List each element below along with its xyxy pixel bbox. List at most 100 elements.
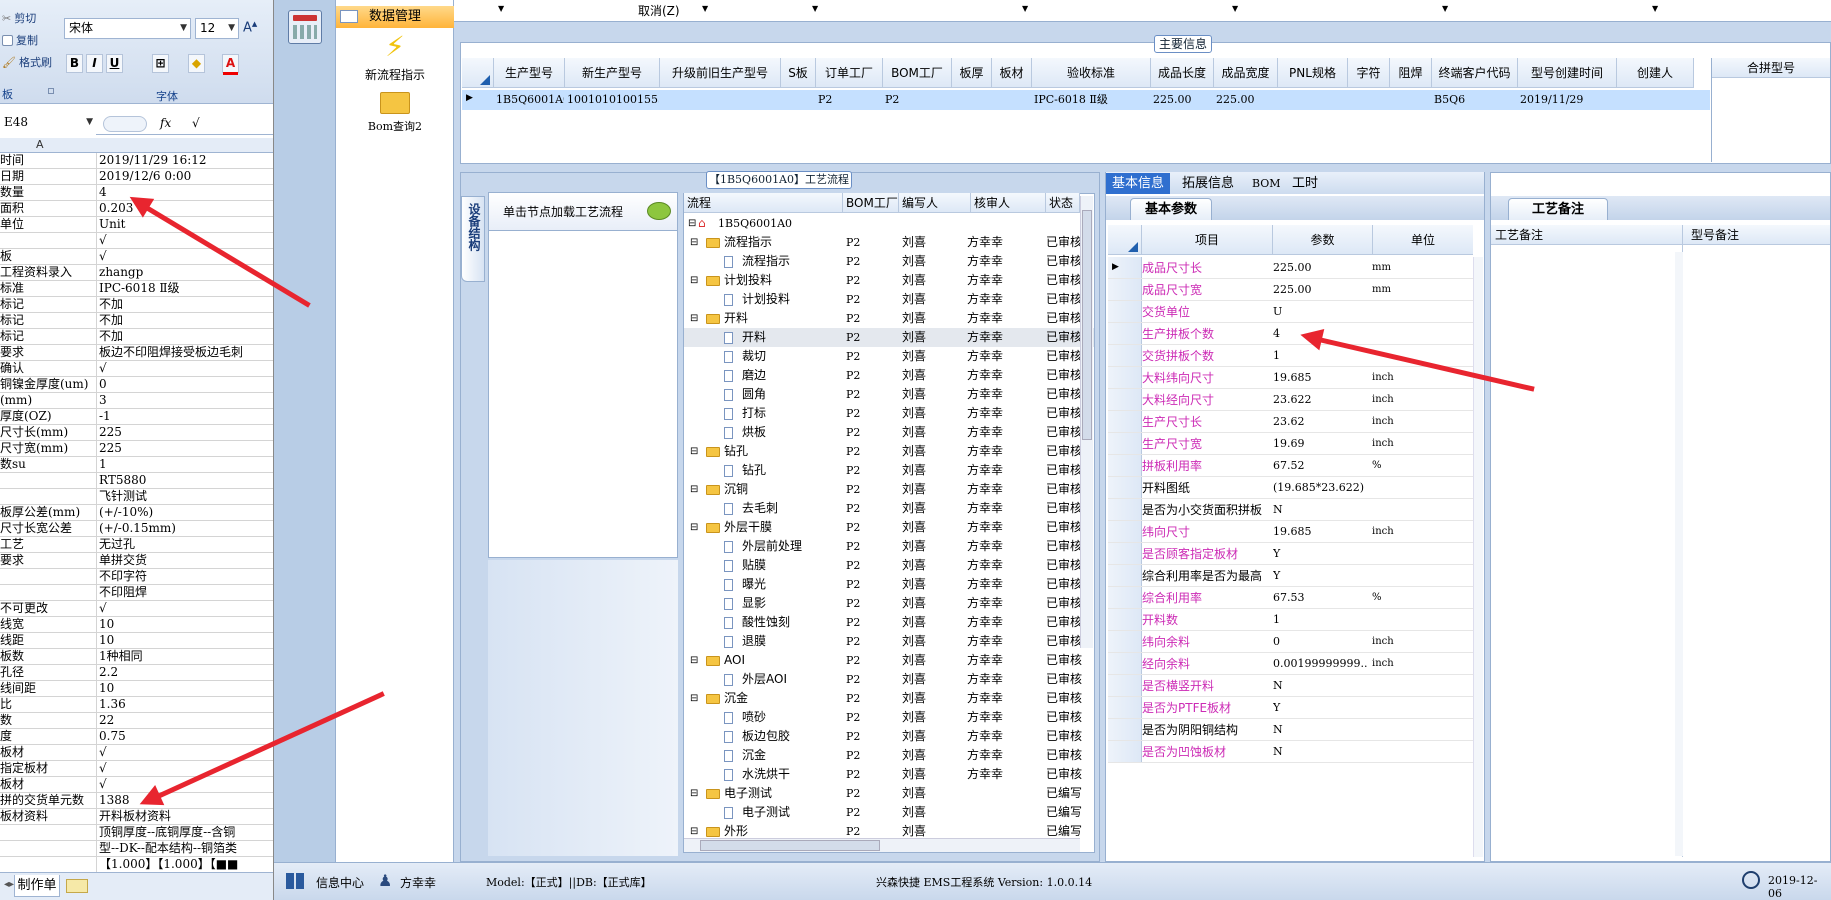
cell-a[interactable] [0,233,97,248]
tree-column-header[interactable]: 编写人 [899,193,971,213]
tree-row[interactable]: 板边包胶 P2 刘喜 方幸幸 已审核 [684,727,1094,746]
column-header[interactable]: 成品宽度 [1214,58,1278,88]
sheet-nav-icon[interactable]: ◂▸ [4,879,14,890]
model-remark-textarea[interactable] [1683,245,1830,857]
tree-root-node[interactable]: ⌂ 1B5Q6001A0 ⊟ [684,214,1094,233]
param-row[interactable]: 大料纬向尺寸 19.685 inch [1108,367,1478,389]
subtab-basic-params[interactable]: 基本参数 [1130,198,1212,220]
table-cell[interactable] [954,90,991,110]
tree-row[interactable]: ⊟ 沉铜 P2 刘喜 方幸幸 已审核 [684,480,1094,499]
param-row[interactable]: 成品尺寸宽 225.00 mm [1108,279,1478,301]
column-header[interactable]: 型号创建时间 [1518,58,1617,88]
sheet-row[interactable]: 线距 10 [0,633,273,649]
table-cell[interactable] [783,90,815,110]
table-cell[interactable]: IPC-6018 Ⅱ级 [1034,90,1150,110]
cell-a[interactable]: 板数 [0,649,97,664]
row-header-corner[interactable] [462,58,494,88]
table-cell[interactable] [1619,90,1693,110]
cell-b[interactable]: 0.75 [99,729,273,744]
sheet-row[interactable]: 数 22 [0,713,273,729]
remark-title-tab[interactable]: 工艺备注 [1508,198,1608,220]
cell-a[interactable]: 线距 [0,633,97,648]
tree-row[interactable]: 贴膜 P2 刘喜 方幸幸 已审核 [684,556,1094,575]
tree-row[interactable]: 圆角 P2 刘喜 方幸幸 已审核 [684,385,1094,404]
tree-row[interactable]: 磨边 P2 刘喜 方幸幸 已审核 [684,366,1094,385]
cell-b[interactable]: 2019/11/29 16:12 [99,153,273,168]
cell-b[interactable]: 【1.000】【1.000】【■■ [99,857,273,872]
format-painter-button[interactable]: 🖌 格式刷 [2,54,52,70]
param-row[interactable]: 是否横竖开料 N [1108,675,1478,697]
sheet-row[interactable]: 时间 2019/11/29 16:12 [0,153,273,169]
param-value[interactable]: 1 [1273,609,1368,631]
param-row[interactable]: 是否为阴阳铜结构 N [1108,719,1478,741]
column-header[interactable]: BOM工厂 [883,58,952,88]
table-cell[interactable]: B5Q6 [1434,90,1517,110]
formula-input[interactable]: √ [192,116,200,130]
cell-b[interactable]: 不加 [99,313,273,328]
param-row[interactable]: 纬向尺寸 19.685 inch [1108,521,1478,543]
sheet-row[interactable]: 标准 IPC-6018 Ⅱ级 [0,281,273,297]
sheet-row[interactable]: 数su 1 [0,457,273,473]
tree-row[interactable]: 外层AOI P2 刘喜 方幸幸 已审核 [684,670,1094,689]
tab-bom[interactable]: BOM [1246,173,1287,194]
cell-a[interactable]: 数量 [0,185,97,200]
chat-bubble-icon[interactable] [647,202,671,220]
cell-b[interactable]: 10 [99,617,273,632]
cell-b[interactable]: 板边不印阻焊接受板边毛刺 [99,345,273,360]
cell-a[interactable] [0,569,97,584]
insert-sheet-icon[interactable] [66,879,88,893]
param-row[interactable]: 生产尺寸宽 19.69 inch [1108,433,1478,455]
cell-b[interactable]: (+/-10%) [99,505,273,520]
tab-work-hours[interactable]: 工时 [1286,173,1324,194]
chevron-down-icon[interactable]: ▼ [1442,4,1448,13]
sheet-row[interactable]: 板材资料 开料板材资料 [0,809,273,825]
cell-b[interactable]: 10 [99,681,273,696]
column-header-param[interactable]: 参数 [1273,225,1373,255]
param-value[interactable]: 19.69 [1273,433,1368,455]
column-header-unit[interactable]: 单位 [1373,225,1473,255]
column-header[interactable]: 阻焊 [1390,58,1432,88]
sheet-row[interactable]: 【1.000】【1.000】【■■ [0,857,273,873]
fill-color-button[interactable]: ◆ [188,54,205,73]
dialog-launcher-icon[interactable] [48,88,54,94]
sheet-row[interactable]: 尺寸长宽公差 (+/-0.15mm) [0,521,273,537]
cell-b[interactable]: 3 [99,393,273,408]
chevron-down-icon[interactable]: ▼ [812,4,818,13]
cell-b[interactable]: √ [99,249,273,264]
collapse-icon[interactable]: ⊟ [690,309,698,328]
cell-b[interactable]: 单拼交货 [99,553,273,568]
param-row[interactable]: 生产拼板个数 4 [1108,323,1478,345]
underline-button[interactable]: U [106,54,123,73]
tree-column-header[interactable]: 核审人 [971,193,1046,213]
cell-a[interactable]: 板 [0,249,97,264]
sheet-row[interactable]: 工艺 无过孔 [0,537,273,553]
cell-b[interactable]: √ [99,601,273,616]
param-value[interactable]: N [1273,675,1368,697]
sheet-row[interactable]: 型--DK--配本结构--铜箔类 [0,841,273,857]
remark-scrollbar[interactable] [1675,252,1683,856]
name-box[interactable]: E48 ▼ [0,113,96,135]
param-value[interactable]: 0.00199999999... [1273,653,1368,675]
table-cell[interactable]: P2 [885,90,951,110]
cell-a[interactable]: 铜镍金厚度(um) [0,377,97,392]
cell-b[interactable]: -1 [99,409,273,424]
table-cell[interactable]: 10010101001555 [567,90,659,110]
sheet-row[interactable]: 尺寸长(mm) 225 [0,425,273,441]
param-row[interactable]: 是否为小交货面积拼板 N [1108,499,1478,521]
tree-row[interactable]: 去毛刺 P2 刘喜 方幸幸 已审核 [684,499,1094,518]
cell-a[interactable]: 线间距 [0,681,97,696]
param-value[interactable]: 19.685 [1273,367,1368,389]
cell-a[interactable]: 比 [0,697,97,712]
sheet-row[interactable]: 线间距 10 [0,681,273,697]
sheet-row[interactable]: 要求 板边不印阻焊接受板边毛刺 [0,345,273,361]
column-header[interactable]: 验收标准 [1032,58,1151,88]
tree-horizontal-scrollbar[interactable] [684,838,1080,852]
param-value[interactable]: N [1273,719,1368,741]
sheet-row[interactable]: 确认 √ [0,361,273,377]
tree-row[interactable]: ⊟ 外层干膜 P2 刘喜 方幸幸 已审核 [684,518,1094,537]
cell-a[interactable]: 拼的交货单元数 [0,793,97,808]
nav-item-bom-query[interactable]: Bom查询2 [336,92,454,134]
cut-button[interactable]: ✂ 剪切 [2,10,36,26]
cell-a[interactable]: 板厚公差(mm) [0,505,97,520]
tree-row[interactable]: 喷砂 P2 刘喜 方幸幸 已审核 [684,708,1094,727]
